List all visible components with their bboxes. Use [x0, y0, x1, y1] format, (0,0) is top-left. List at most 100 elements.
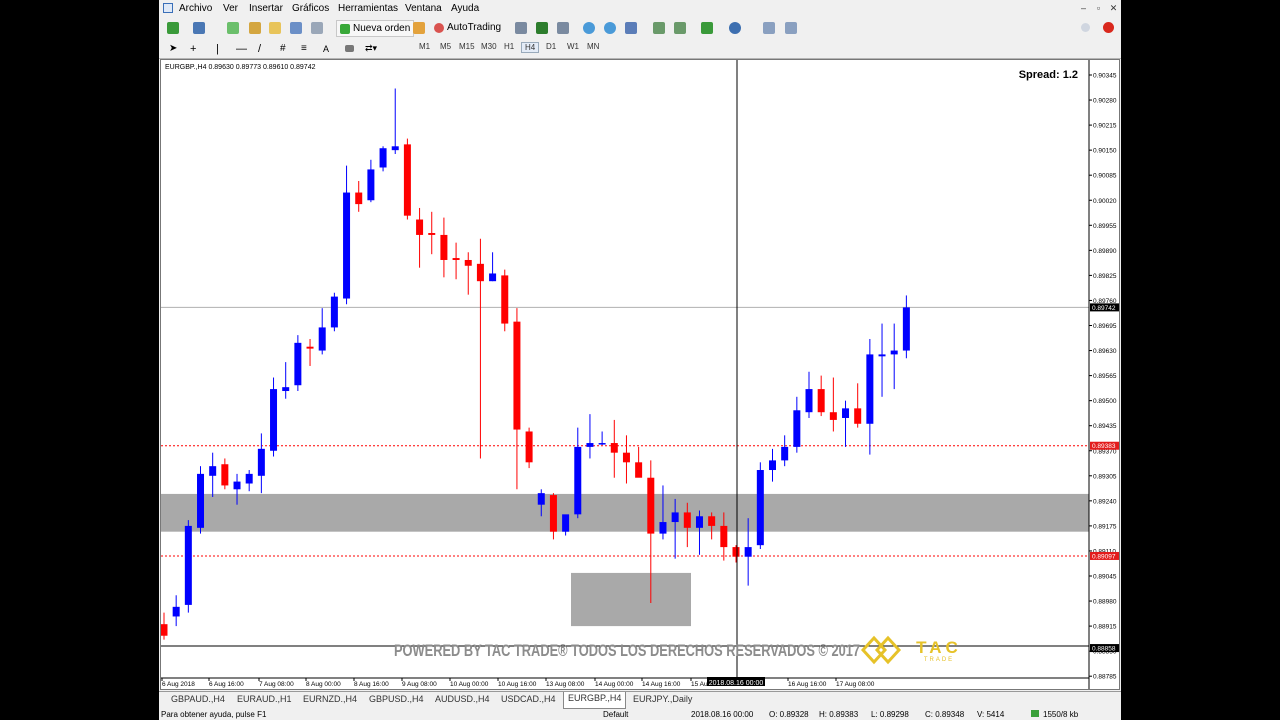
menu-ver[interactable]: Ver: [223, 3, 238, 14]
fibonacci-icon[interactable]: ≡: [301, 41, 307, 56]
line-chart-icon[interactable]: [557, 20, 569, 35]
arrows-icon[interactable]: ⇄▾: [365, 41, 377, 56]
new-order-button[interactable]: Nueva orden: [336, 20, 415, 37]
crosshair-icon[interactable]: +: [190, 41, 196, 56]
restore-icon[interactable]: ▫: [1092, 2, 1105, 14]
navigator-icon[interactable]: [269, 20, 281, 35]
vertical-line-icon[interactable]: |: [216, 41, 219, 56]
terminal-icon[interactable]: [290, 20, 302, 35]
tab-gbpaud[interactable]: GBPAUD.,H4: [171, 694, 225, 704]
candle-body: [866, 354, 874, 424]
text-tool-icon[interactable]: A: [323, 41, 329, 56]
candle-body: [355, 192, 363, 205]
candle-body: [549, 495, 557, 532]
candlestick-icon[interactable]: [536, 20, 548, 35]
candle-body: [817, 389, 825, 413]
connection-icon: [1031, 710, 1039, 717]
lower-level-marker-label: 0.89097: [1092, 553, 1116, 560]
price-tick-label: 0.89175: [1093, 523, 1117, 530]
timeframe-w1[interactable]: W1: [567, 42, 579, 51]
watermark: POWERED BY TAC TRADE® TODOS LOS DERECHOS…: [394, 641, 860, 660]
status-profile[interactable]: Default: [603, 710, 628, 719]
channel-icon[interactable]: #: [280, 41, 286, 56]
menu-herramientas[interactable]: Herramientas: [338, 3, 398, 14]
new-chart-icon[interactable]: [167, 20, 179, 35]
tab-eurjpy[interactable]: EURJPY.,Daily: [633, 694, 692, 704]
candle-body: [647, 477, 655, 534]
time-tick-label: 10 Aug 00:00: [450, 681, 489, 688]
timeframe-d1[interactable]: D1: [546, 42, 556, 51]
templates-icon[interactable]: [763, 20, 775, 35]
cursor-icon[interactable]: ➤: [169, 41, 177, 56]
crosshair-time: 2018.08.16 00:00: [709, 680, 764, 687]
price-tick-label: 0.88980: [1093, 599, 1117, 606]
menu-ventana[interactable]: Ventana: [405, 3, 442, 14]
tab-usdcad[interactable]: USDCAD.,H4: [501, 694, 556, 704]
price-tick-label: 0.89630: [1093, 348, 1117, 355]
notifications-icon[interactable]: [1103, 20, 1114, 35]
tab-audusd[interactable]: AUDUSD.,H4: [435, 694, 490, 704]
data-window-icon[interactable]: [249, 20, 261, 35]
chart-window[interactable]: 0.90345 0.90280 0.90215 0.90150 0.90085 0.900…: [160, 59, 1120, 690]
candle-body: [683, 512, 691, 528]
candle-body: [598, 443, 606, 445]
timeframe-h4[interactable]: H4: [521, 42, 540, 53]
chart-shift-icon[interactable]: [653, 20, 665, 35]
time-tick-label: 8 Aug 00:00: [306, 681, 341, 688]
minimize-icon[interactable]: –: [1077, 2, 1090, 14]
status-high: H: 0.89383: [819, 710, 859, 719]
menu-graficos[interactable]: Gráficos: [292, 3, 329, 14]
candle-body: [732, 547, 740, 557]
timeframe-m1[interactable]: M1: [419, 42, 430, 51]
horizontal-line-icon[interactable]: —: [236, 41, 247, 56]
candle-body: [452, 258, 460, 260]
metaeditor-icon[interactable]: [413, 20, 425, 35]
bar-chart-icon[interactable]: [515, 20, 527, 35]
search-icon[interactable]: [1081, 20, 1090, 35]
close-icon[interactable]: ✕: [1107, 2, 1120, 14]
timeframe-m15[interactable]: M15: [459, 42, 475, 51]
tab-eurgbp[interactable]: EURGBP.,H4: [563, 692, 627, 709]
periods-icon[interactable]: [729, 20, 741, 35]
tile-windows-icon[interactable]: [625, 20, 637, 35]
zoom-out-icon[interactable]: [604, 20, 616, 35]
time-tick-label: 14 Aug 16:00: [642, 681, 681, 688]
candle-body: [671, 512, 679, 523]
candle-body: [221, 464, 229, 486]
candle-body: [282, 387, 290, 392]
autoscroll-icon[interactable]: [674, 20, 686, 35]
timeframe-mn[interactable]: MN: [587, 42, 599, 51]
label-tool-icon[interactable]: [345, 41, 354, 56]
candle-body: [184, 525, 192, 605]
current-price-marker-label: 0.89742: [1092, 305, 1116, 312]
price-tick-label: 0.89045: [1093, 574, 1117, 581]
tab-euraud[interactable]: EURAUD.,H1: [237, 694, 292, 704]
timeframe-h1[interactable]: H1: [504, 42, 514, 51]
tab-eurnzd[interactable]: EURNZD.,H4: [303, 694, 357, 704]
menu-insertar[interactable]: Insertar: [249, 3, 283, 14]
candle-body: [842, 408, 850, 418]
status-open: O: 0.89328: [769, 710, 809, 719]
price-chart[interactable]: 0.90345 0.90280 0.90215 0.90150 0.90085 0.900…: [161, 60, 1119, 689]
timeframe-m5[interactable]: M5: [440, 42, 451, 51]
menu-ayuda[interactable]: Ayuda: [451, 3, 479, 14]
menu-archivo[interactable]: Archivo: [179, 3, 212, 14]
candle-body: [161, 624, 168, 636]
autotrading-button[interactable]: AutoTrading: [431, 20, 504, 35]
candle-body: [513, 321, 521, 430]
candle-body: [294, 342, 302, 386]
timeframe-m30[interactable]: M30: [481, 42, 497, 51]
new-order-label: Nueva orden: [353, 23, 411, 34]
market-watch-icon[interactable]: [227, 20, 239, 35]
candle-body: [391, 146, 399, 151]
tester-icon[interactable]: [311, 20, 323, 35]
trendline-icon[interactable]: /: [258, 41, 261, 56]
time-tick-label: 14 Aug 00:00: [595, 681, 634, 688]
indicators-icon[interactable]: [701, 20, 713, 35]
screenshot-icon[interactable]: [785, 20, 797, 35]
time-tick-label: 6 Aug 16:00: [209, 681, 244, 688]
tab-gbpusd[interactable]: GBPUSD.,H4: [369, 694, 424, 704]
zoom-in-icon[interactable]: [583, 20, 595, 35]
candle-body: [829, 412, 837, 420]
profiles-icon[interactable]: [193, 20, 205, 35]
